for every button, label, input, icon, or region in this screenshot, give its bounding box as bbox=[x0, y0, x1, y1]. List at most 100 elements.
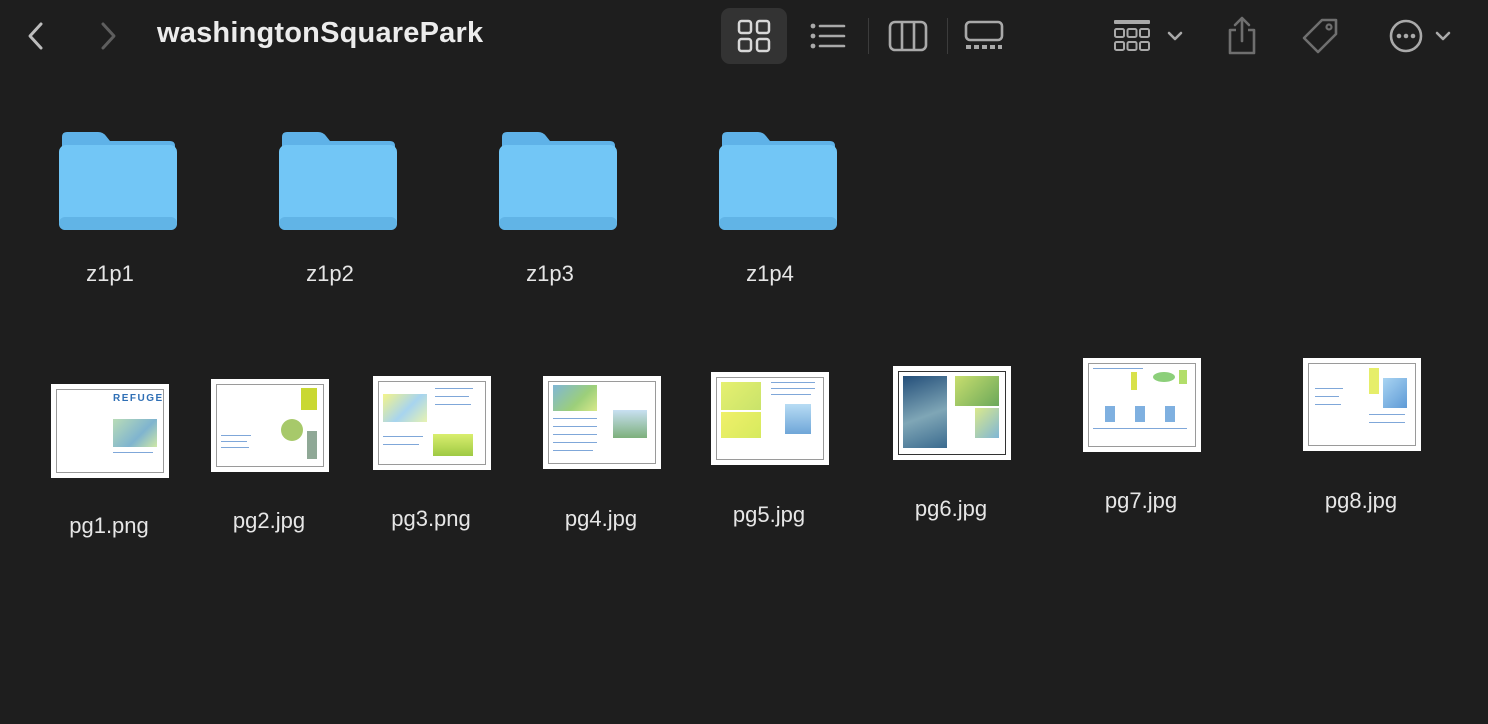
file-thumbnail bbox=[211, 379, 329, 472]
thumbnail-photo bbox=[1153, 372, 1175, 382]
icon-view-button[interactable] bbox=[721, 8, 787, 64]
back-button[interactable] bbox=[18, 16, 54, 56]
thumbnail-text-line bbox=[553, 434, 597, 435]
thumbnail-text-line bbox=[771, 382, 815, 383]
folder-item[interactable]: z1p3 bbox=[475, 131, 625, 301]
column-view-icon bbox=[888, 20, 928, 52]
thumbnail-text-line bbox=[553, 442, 597, 443]
file-name: pg2.jpg bbox=[232, 508, 306, 533]
thumbnail-text-line bbox=[1369, 422, 1405, 423]
file-thumbnail: REFUGE bbox=[51, 384, 169, 478]
thumbnail-text-line bbox=[553, 426, 597, 427]
forward-button[interactable] bbox=[90, 16, 126, 56]
thumbnail-photo bbox=[553, 385, 597, 411]
thumbnail-photo bbox=[721, 412, 761, 438]
thumbnail-photo bbox=[1179, 370, 1187, 384]
thumbnail-text-line bbox=[771, 388, 815, 389]
column-view-button[interactable] bbox=[880, 10, 936, 62]
file-name: pg3.png bbox=[391, 506, 471, 531]
folder-item[interactable]: z1p1 bbox=[35, 131, 185, 301]
file-thumbnail bbox=[543, 376, 661, 469]
thumbnail-photo bbox=[383, 394, 427, 422]
thumbnail-photo bbox=[1135, 406, 1145, 422]
file-name: pg7.jpg bbox=[1104, 488, 1178, 513]
thumbnail-text-line bbox=[1315, 404, 1341, 405]
folder-name: z1p4 bbox=[746, 261, 794, 286]
thumbnail-photo bbox=[1165, 406, 1175, 422]
tag-icon bbox=[1302, 18, 1338, 54]
file-name: pg5.jpg bbox=[732, 502, 806, 527]
thumbnail-photo bbox=[281, 419, 303, 441]
group-button[interactable] bbox=[1106, 10, 1190, 62]
folder-icon bbox=[719, 132, 837, 230]
thumbnail-photo bbox=[1131, 372, 1137, 390]
toolbar: washingtonSquarePark bbox=[0, 0, 1488, 72]
file-thumbnail bbox=[373, 376, 491, 470]
folder-icon bbox=[499, 132, 617, 230]
back-icon bbox=[28, 22, 43, 50]
thumbnail-photo bbox=[1369, 368, 1379, 394]
thumbnail-photo bbox=[613, 410, 647, 438]
forward-icon bbox=[101, 22, 116, 50]
file-thumbnail bbox=[893, 366, 1011, 460]
folder-name: z1p2 bbox=[306, 261, 354, 286]
thumbnail-text-line bbox=[435, 404, 471, 405]
more-icon bbox=[1389, 19, 1423, 53]
thumbnail-text-line bbox=[1315, 396, 1339, 397]
thumbnail-text-line bbox=[1093, 428, 1187, 429]
thumbnail-text-line bbox=[553, 450, 593, 451]
thumbnail-photo bbox=[1105, 406, 1115, 422]
toolbar-divider bbox=[947, 18, 948, 54]
window-title: washingtonSquarePark bbox=[157, 17, 484, 49]
folder-name: z1p1 bbox=[86, 261, 134, 286]
tag-button[interactable] bbox=[1294, 10, 1346, 62]
thumbnail-photo bbox=[721, 382, 761, 410]
thumbnail-text-line bbox=[771, 394, 811, 395]
folder-icon bbox=[279, 132, 397, 230]
thumbnail-text-line bbox=[383, 444, 419, 445]
thumbnail-photo bbox=[955, 376, 999, 406]
thumbnail-photo bbox=[113, 419, 157, 447]
share-icon bbox=[1228, 16, 1256, 55]
thumbnail-text-line bbox=[1315, 388, 1343, 389]
more-button[interactable] bbox=[1380, 10, 1460, 62]
thumbnail-text-line bbox=[435, 388, 473, 389]
thumbnail-photo bbox=[307, 431, 317, 459]
toolbar-divider bbox=[868, 18, 869, 54]
thumbnail-text-line bbox=[221, 435, 251, 436]
folder-name: z1p3 bbox=[526, 261, 574, 286]
thumbnail-text-line bbox=[113, 452, 153, 453]
folder-icon bbox=[59, 132, 177, 230]
thumbnail-text-line bbox=[221, 441, 247, 442]
folder-item[interactable]: z1p2 bbox=[255, 131, 405, 301]
icon-view-icon bbox=[737, 19, 771, 53]
file-name: pg6.jpg bbox=[914, 496, 988, 521]
thumbnail-title: REFUGE bbox=[113, 393, 164, 404]
folder-item[interactable]: z1p4 bbox=[695, 131, 845, 301]
thumbnail-text-line bbox=[221, 447, 249, 448]
share-button[interactable] bbox=[1216, 10, 1268, 62]
thumbnail-photo bbox=[301, 388, 317, 410]
thumbnail-text-line bbox=[1093, 368, 1143, 369]
gallery-view-button[interactable] bbox=[956, 10, 1012, 62]
thumbnail-photo bbox=[785, 404, 811, 434]
thumbnail-photo bbox=[975, 408, 999, 438]
thumbnail-text-line bbox=[383, 436, 423, 437]
gallery-view-icon bbox=[964, 20, 1004, 49]
thumbnail-photo bbox=[433, 434, 473, 456]
thumbnail-text-line bbox=[553, 418, 597, 419]
chevron-down-icon bbox=[1435, 31, 1451, 41]
file-thumbnail bbox=[711, 372, 829, 465]
file-name: pg4.jpg bbox=[564, 506, 638, 531]
thumbnail-text-line bbox=[1369, 414, 1405, 415]
file-thumbnail bbox=[1303, 358, 1421, 451]
thumbnail-photo bbox=[903, 376, 947, 448]
list-view-button[interactable] bbox=[800, 10, 856, 62]
list-view-icon bbox=[810, 23, 846, 49]
thumbnail-photo bbox=[1383, 378, 1407, 408]
thumbnail-text-line bbox=[435, 396, 469, 397]
file-name: pg1.png bbox=[69, 513, 149, 538]
chevron-down-icon bbox=[1167, 31, 1183, 41]
file-thumbnail bbox=[1083, 358, 1201, 452]
file-name: pg8.jpg bbox=[1324, 488, 1398, 513]
